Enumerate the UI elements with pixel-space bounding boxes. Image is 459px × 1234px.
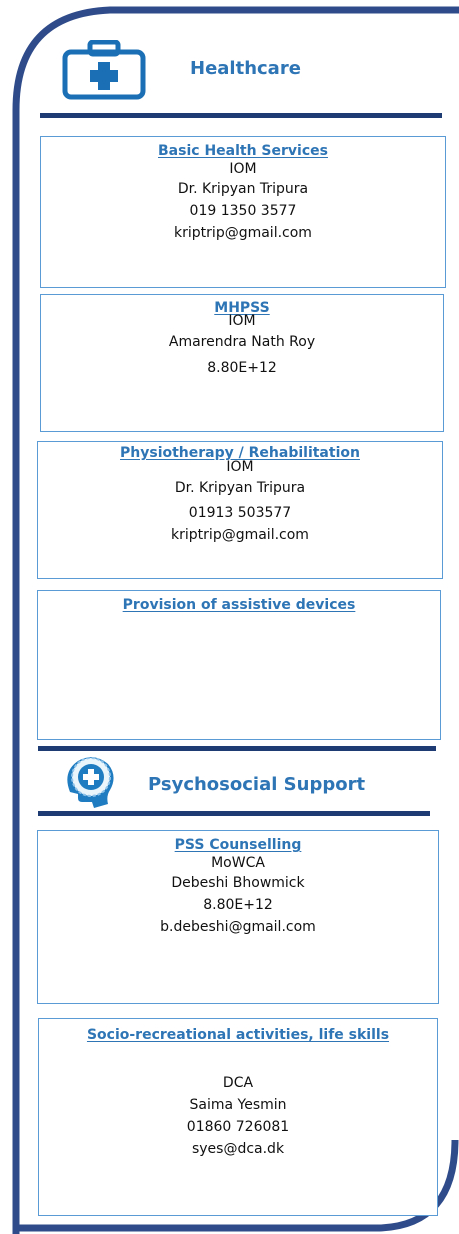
contact-name: Dr. Kripyan Tripura — [174, 480, 306, 496]
medical-kit-icon — [62, 39, 146, 100]
service-title: Basic Health Services — [158, 143, 328, 159]
contact-name: Amarendra Nath Roy — [168, 334, 316, 350]
service-card: Socio-recreational activities, life skil… — [38, 1018, 438, 1216]
organization: IOM — [226, 459, 254, 475]
email-address: kriptrip@gmail.com — [174, 225, 312, 241]
service-title: PSS Counselling — [174, 837, 302, 853]
organization: IOM — [229, 161, 257, 177]
contact-name: Saima Yesmin — [189, 1097, 287, 1113]
section-divider — [40, 113, 442, 118]
email-address: syes@dca.dk — [191, 1141, 285, 1157]
organization: IOM — [228, 313, 256, 329]
organization: DCA — [222, 1075, 254, 1091]
service-title: Provision of assistive devices — [122, 597, 356, 613]
organization: MoWCA — [211, 855, 265, 871]
email-address: kriptrip@gmail.com — [171, 527, 309, 543]
service-card: PSS Counselling MoWCA Debeshi Bhowmick 8… — [37, 830, 439, 1004]
section-divider — [38, 811, 430, 816]
head-medical-cross-icon — [58, 752, 120, 814]
phone-number: 01860 726081 — [186, 1119, 290, 1135]
phone-number: 01913 503577 — [188, 505, 292, 521]
service-card: Provision of assistive devices — [37, 590, 441, 740]
service-card: MHPSS IOM Amarendra Nath Roy 8.80E+12 — [40, 294, 444, 432]
section-title-healthcare: Healthcare — [190, 58, 301, 79]
contact-name: Debeshi Bhowmick — [171, 875, 305, 891]
phone-number: 8.80E+12 — [207, 360, 277, 376]
section-title-psychosocial-support: Psychosocial Support — [148, 774, 366, 795]
phone-number: 8.80E+12 — [203, 897, 273, 913]
phone-number: 019 1350 3577 — [189, 203, 297, 219]
email-address: b.debeshi@gmail.com — [160, 919, 316, 935]
service-card: Physiotherapy / Rehabilitation IOM Dr. K… — [37, 441, 443, 579]
service-title: Physiotherapy / Rehabilitation — [120, 445, 360, 461]
section-divider — [38, 746, 436, 751]
contact-name: Dr. Kripyan Tripura — [177, 181, 309, 197]
service-card: Basic Health Services IOM Dr. Kripyan Tr… — [40, 136, 446, 288]
service-title: Socio-recreational activities, life skil… — [86, 1027, 390, 1043]
